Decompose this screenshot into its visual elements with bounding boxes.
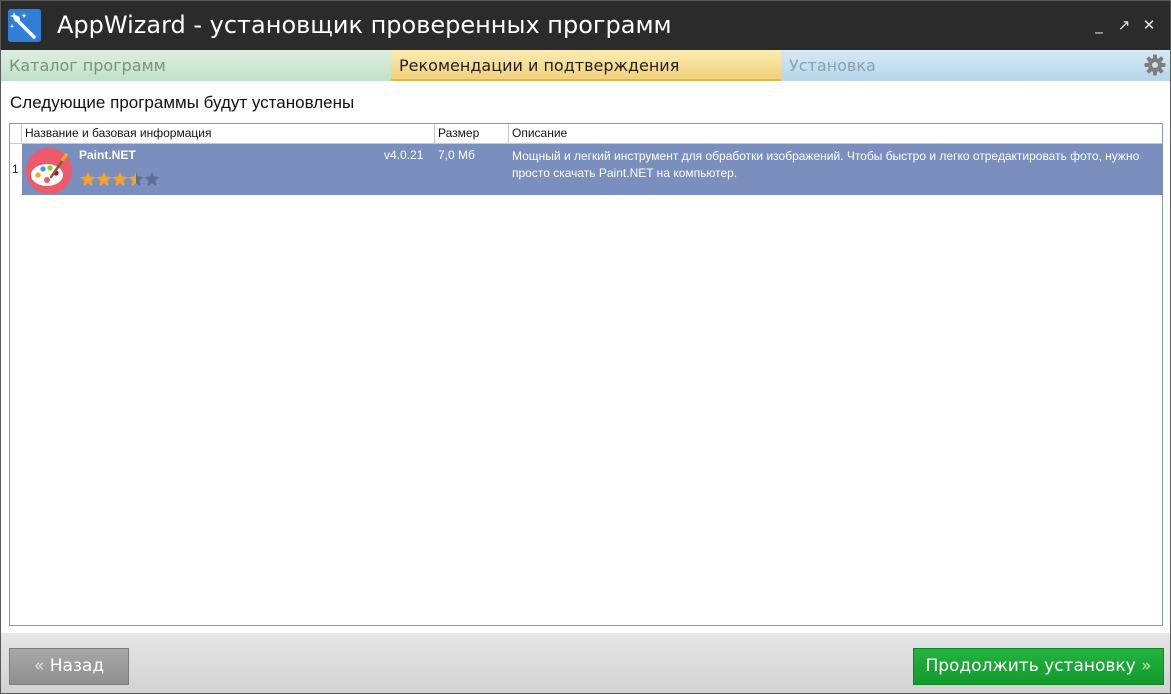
table-row[interactable]: Paint.NET v4.0.21 7,0 Мб Мощный и легкий… xyxy=(22,144,1163,195)
main-content: Следующие программы будут установлены На… xyxy=(1,81,1170,633)
back-button[interactable]: « Назад xyxy=(9,648,129,685)
programs-table[interactable]: Название и базовая информация Размер Опи… xyxy=(9,123,1163,626)
close-button[interactable]: ✕ xyxy=(1140,15,1158,35)
program-name: Paint.NET xyxy=(79,148,136,162)
column-header-description[interactable]: Описание xyxy=(509,124,1162,144)
title-bar[interactable]: AppWizard - установщик проверенных прогр… xyxy=(1,1,1170,50)
wizard-steps: Каталог программ Рекомендации и подтверж… xyxy=(1,50,1170,81)
column-header-index xyxy=(10,124,22,144)
continue-button-label: Продолжить установку xyxy=(925,656,1136,676)
star-icon xyxy=(144,171,160,186)
star-icon xyxy=(80,171,96,186)
step-install[interactable]: Установка xyxy=(781,50,1170,81)
magic-wand-icon xyxy=(8,9,41,42)
continue-install-button[interactable]: Продолжить установку » xyxy=(913,648,1164,685)
program-size: 7,0 Мб xyxy=(438,148,475,162)
star-icon xyxy=(112,171,128,186)
program-description: Мощный и легкий инструмент для обработки… xyxy=(512,149,1140,180)
star-icon xyxy=(96,171,112,186)
program-version: v4.0.21 xyxy=(384,148,424,162)
page-heading: Следующие программы будут установлены xyxy=(10,93,355,112)
column-header-size[interactable]: Размер xyxy=(435,124,509,144)
row-number: 1 xyxy=(12,162,19,176)
column-header-name[interactable]: Название и базовая информация xyxy=(22,124,435,144)
palette-icon xyxy=(25,147,73,195)
window-title: AppWizard - установщик проверенных прогр… xyxy=(57,11,672,39)
gear-icon[interactable] xyxy=(1144,54,1166,76)
chevron-left-icon: « xyxy=(33,656,45,676)
chevron-right-icon: » xyxy=(1141,656,1152,676)
rating-stars xyxy=(80,170,162,188)
maximize-button[interactable]: ↗ xyxy=(1115,15,1133,35)
footer-bar: « Назад Продолжить установку » xyxy=(1,633,1170,693)
step-recommendations[interactable]: Рекомендации и подтверждения xyxy=(391,50,781,81)
app-window: AppWizard - установщик проверенных прогр… xyxy=(0,0,1171,694)
step-catalog[interactable]: Каталог программ xyxy=(1,50,391,81)
minimize-button[interactable]: _ xyxy=(1090,15,1108,35)
back-button-label: Назад xyxy=(49,656,105,676)
star-icon xyxy=(128,171,144,186)
